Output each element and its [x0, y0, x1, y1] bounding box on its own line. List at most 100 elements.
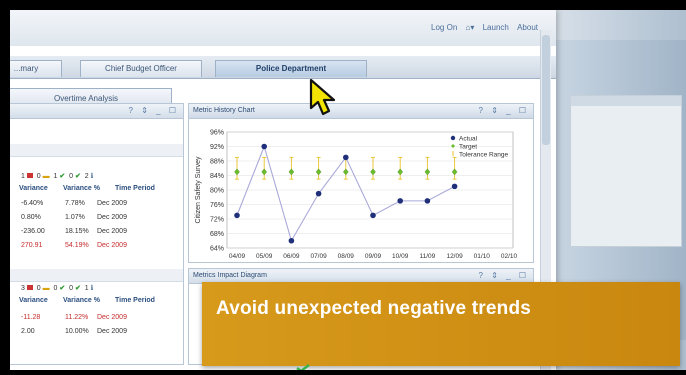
- kpi-panel: ? ⇕ _ ☐ 1 0 ▬ 1 ✔ 0 ✔ 2 ℹ Variance Varia…: [0, 103, 184, 365]
- table-cell-variance: -11.28: [21, 314, 41, 321]
- tab-bar: ...mary Chief Budget Officer Police Depa…: [0, 56, 556, 79]
- panel-title: Metrics Impact Diagram: [193, 272, 267, 279]
- legend-label: Actual: [459, 136, 478, 143]
- metric-history-header: Metric History Chart ? ⇕ _ ☐: [189, 104, 533, 119]
- tab-police-department[interactable]: Police Department: [215, 60, 367, 77]
- x-tick-label: 06/09: [283, 253, 300, 260]
- video-frame-top: [0, 0, 686, 10]
- green-check-icon: ✔: [59, 173, 66, 180]
- x-tick-label: 05/09: [256, 253, 273, 260]
- column-header[interactable]: Variance: [19, 297, 48, 304]
- y-tick-label: 88%: [210, 159, 224, 166]
- green-check-icon: ✔: [74, 285, 81, 292]
- table-cell-variance: 0.80%: [21, 214, 41, 221]
- help-icon[interactable]: ?: [479, 106, 486, 115]
- panel-controls[interactable]: ? ⇕ _ ☐: [479, 269, 529, 283]
- video-frame-bottom: [0, 370, 686, 375]
- column-header[interactable]: Variance %: [63, 297, 100, 304]
- table-cell-period: Dec 2009: [97, 314, 127, 321]
- scrollbar-thumb[interactable]: [542, 35, 550, 145]
- settings-icon[interactable]: ⇕: [491, 106, 501, 115]
- header-links: Log On ⌂▾ Launch About: [425, 23, 538, 32]
- home-icon[interactable]: ⌂▾: [466, 23, 475, 32]
- info-icon: ℹ: [90, 173, 94, 180]
- tab-chief-budget-officer[interactable]: Chief Budget Officer: [80, 60, 202, 77]
- y-tick-label: 92%: [210, 144, 224, 151]
- table-cell-period: Dec 2009: [97, 242, 127, 249]
- y-axis-label: Citizen Safety Survey: [195, 156, 202, 223]
- column-header[interactable]: Variance: [19, 185, 48, 192]
- metric-history-chart: 96% 92% 88% 84% 80% 76% 72% 68% 64% 04/09 05/09 06/…: [195, 130, 518, 261]
- panel-controls[interactable]: ? ⇕ _ ☐: [129, 104, 179, 118]
- table-cell-period: Dec 2009: [97, 328, 127, 335]
- about-link[interactable]: About: [517, 23, 538, 32]
- table-cell-variance: -6.40%: [21, 200, 44, 207]
- green-check-icon: ✔: [59, 285, 66, 292]
- x-tick-label: 12/09: [446, 253, 463, 260]
- table-cell-variance: 2.00: [21, 328, 35, 335]
- x-tick-label: 01/10: [474, 253, 491, 260]
- log-on-link[interactable]: Log On: [431, 23, 457, 32]
- video-frame-left: [0, 0, 10, 375]
- x-tick-label: 02/10: [501, 253, 518, 260]
- actual-point: [261, 143, 267, 150]
- x-tick-label: 09/09: [365, 253, 382, 260]
- column-header[interactable]: Variance %: [63, 185, 100, 192]
- column-header[interactable]: Time Period: [115, 297, 155, 304]
- actual-point: [288, 237, 295, 244]
- y-tick-label: 96%: [210, 130, 224, 137]
- status-row: 3 0 ▬ 0 ✔ 0 ✔ 1 ℹ: [21, 285, 94, 292]
- table-cell-variance-pct: 1.07%: [65, 214, 85, 221]
- table-cell-period: Dec 2009: [97, 228, 127, 235]
- legend-label: Tolerance Range: [459, 152, 509, 159]
- x-tick-label: 11/09: [420, 253, 436, 260]
- caption-text: Avoid unexpected negative trends: [216, 298, 532, 319]
- table-cell-variance: -236.00: [21, 228, 45, 235]
- y-tick-label: 76%: [210, 202, 224, 209]
- table-cell-variance-pct: 10.00%: [65, 328, 89, 335]
- metric-history-panel: Metric History Chart ? ⇕ _ ☐ 96% 92% 88% 84…: [188, 103, 534, 263]
- status-row: 1 0 ▬ 1 ✔ 0 ✔ 2 ℹ: [21, 173, 94, 180]
- table-cell-variance-pct: 11.22%: [65, 314, 89, 321]
- table-band: [1, 269, 183, 282]
- actual-point: [343, 154, 349, 161]
- yellow-dash-icon: ▬: [42, 285, 50, 292]
- x-tick-label: 10/09: [392, 253, 409, 260]
- x-tick-label: 08/09: [338, 253, 355, 260]
- info-icon: ℹ: [90, 285, 94, 292]
- y-tick-label: 80%: [210, 188, 224, 195]
- y-tick-label: 72%: [210, 217, 224, 224]
- red-flag-icon: [26, 173, 33, 178]
- actual-point: [397, 198, 403, 204]
- table-cell-variance: 270.91: [21, 242, 43, 249]
- legend-label: Target: [459, 144, 477, 151]
- actual-point: [234, 212, 240, 219]
- panel-title: Metric History Chart: [193, 107, 255, 114]
- mouse-cursor-icon: [309, 78, 336, 116]
- red-flag-icon: [26, 285, 33, 290]
- launch-link[interactable]: Launch: [483, 23, 509, 32]
- table-cell-variance-pct: 54.19%: [65, 242, 89, 249]
- table-cell-period: Dec 2009: [97, 214, 127, 221]
- background-chart: [570, 95, 682, 247]
- green-check-icon: ✔: [74, 173, 81, 180]
- legend-actual-marker: [450, 135, 456, 141]
- maximize-icon[interactable]: ☐: [519, 106, 529, 115]
- actual-point: [451, 183, 458, 190]
- actual-point: [424, 198, 431, 204]
- minimize-icon[interactable]: _: [506, 106, 513, 115]
- y-tick-label: 84%: [210, 173, 224, 180]
- actual-point: [370, 212, 376, 219]
- column-header[interactable]: Time Period: [115, 185, 155, 192]
- actual-point: [315, 190, 322, 197]
- table-cell-period: Dec 2009: [97, 200, 127, 207]
- table-cell-variance-pct: 18.15%: [65, 228, 89, 235]
- y-tick-label: 64%: [210, 246, 224, 253]
- top-bar: Log On ⌂▾ Launch About: [0, 10, 556, 46]
- x-tick-label: 07/09: [310, 253, 327, 260]
- table-cell-variance-pct: 7.78%: [65, 200, 85, 207]
- caption-banner: Avoid unexpected negative trends: [202, 282, 680, 366]
- kpi-panel-header: ? ⇕ _ ☐: [1, 104, 183, 119]
- y-tick-label: 68%: [210, 231, 224, 238]
- yellow-dash-icon: ▬: [42, 173, 50, 180]
